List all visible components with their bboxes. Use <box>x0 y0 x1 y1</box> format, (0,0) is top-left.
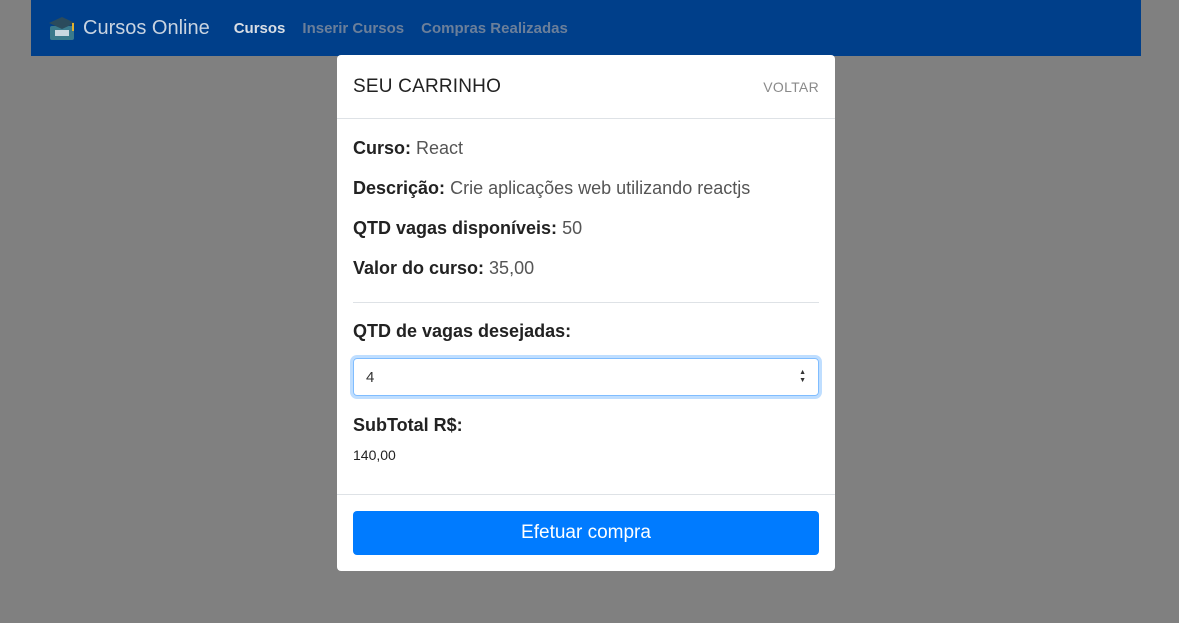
modal-header: SEU CARRINHO VOLTAR <box>337 55 835 119</box>
nav-compras-realizadas[interactable]: Compras Realizadas <box>421 20 568 37</box>
price-value: 35,00 <box>489 258 535 278</box>
qty-label: QTD de vagas desejadas: <box>353 321 572 341</box>
course-row: Curso: React <box>353 135 819 175</box>
spinner-up-icon[interactable]: ▲ <box>799 369 806 377</box>
divider <box>353 302 819 303</box>
modal-body: Curso: React Descrição: Crie aplicações … <box>337 119 835 467</box>
course-label: Curso: <box>353 138 411 158</box>
subtotal-label: SubTotal R$: <box>353 415 463 435</box>
nav-cursos[interactable]: Cursos <box>234 20 286 37</box>
description-label: Descrição: <box>353 178 446 198</box>
navbar: Cursos Online Cursos Inserir Cursos Comp… <box>31 0 1141 56</box>
cart-modal: SEU CARRINHO VOLTAR Curso: React Descriç… <box>337 55 835 571</box>
brand-label: Cursos Online <box>83 16 210 39</box>
description-row: Descrição: Crie aplicações web utilizand… <box>353 175 819 215</box>
seats-label: QTD vagas disponíveis: <box>353 218 558 238</box>
price-label: Valor do curso: <box>353 258 485 278</box>
brand[interactable]: Cursos Online <box>47 13 210 43</box>
modal-title: SEU CARRINHO <box>353 75 502 97</box>
description-value: Crie aplicações web utilizando reactjs <box>450 178 751 198</box>
spinner-down-icon[interactable]: ▼ <box>799 377 806 385</box>
seats-row: QTD vagas disponíveis: 50 <box>353 215 819 255</box>
nav-inserir-cursos[interactable]: Inserir Cursos <box>302 20 404 37</box>
graduation-cap-icon <box>49 17 75 40</box>
course-value: React <box>416 138 464 158</box>
price-row: Valor do curso: 35,00 <box>353 255 819 295</box>
qty-spinner[interactable]: ▲ ▼ <box>799 369 806 385</box>
modal-footer: Efetuar compra <box>337 494 835 571</box>
subtotal-value: 140,00 <box>353 447 396 463</box>
seats-value: 50 <box>562 218 583 238</box>
back-button[interactable]: VOLTAR <box>763 79 819 95</box>
qty-value[interactable]: 4 <box>366 369 374 386</box>
buy-button[interactable]: Efetuar compra <box>353 511 819 555</box>
qty-input[interactable]: 4 ▲ ▼ <box>353 358 819 396</box>
